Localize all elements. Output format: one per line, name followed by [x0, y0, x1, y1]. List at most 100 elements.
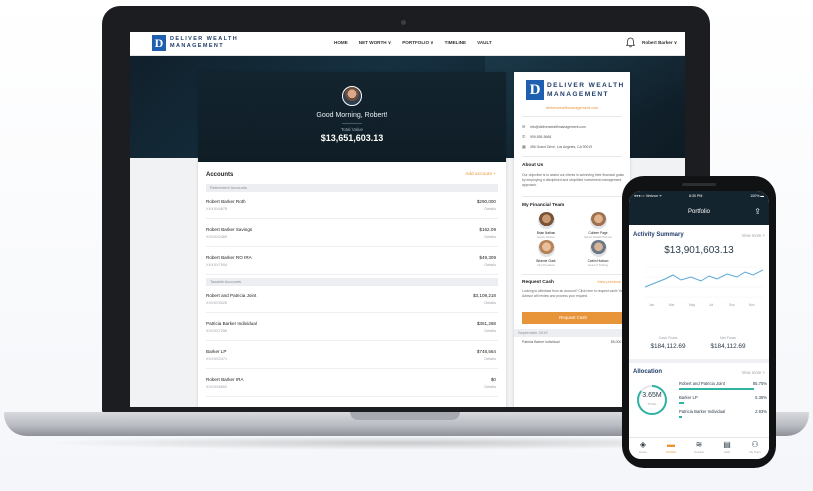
tab-vault[interactable]: ▤ Vault — [713, 440, 741, 454]
nav-vault[interactable]: VAULT — [477, 40, 492, 46]
account-details-link[interactable]: Details — [484, 263, 496, 267]
view-previous-link[interactable]: View previous > — [597, 280, 624, 284]
nav-home[interactable]: HOME — [334, 40, 348, 46]
team-member-role: Senior Wealth Planner — [584, 235, 612, 239]
mobile-header: Portfolio ⇪ — [629, 201, 769, 225]
tab-label: Portfolio — [665, 450, 677, 454]
product-mockup: D DELIVER WEALTH MANAGEMENT HOME NET WOR… — [0, 0, 813, 491]
account-row[interactable]: Robert Barker IRA XXXXX6802 $0 Details — [206, 372, 498, 397]
allocation-bar — [679, 416, 682, 418]
account-value: $3,109,218 — [473, 293, 496, 298]
total-value: $13,651,603.13 — [320, 133, 384, 143]
add-account-link[interactable]: Add account + — [465, 172, 496, 177]
phone-screen: ●●●○○ Verizon ᯤ 8:30 PM 100% ▬ Portfolio… — [629, 191, 769, 459]
account-row[interactable]: Robert and Patricia Joint XXXXX3025 $3,1… — [206, 288, 498, 313]
allocation-view-more[interactable]: View more > — [742, 370, 765, 375]
home-icon: ◈ — [639, 440, 647, 449]
brand-logo-mark[interactable]: D — [152, 35, 166, 51]
nav-net-worth[interactable]: NET WORTH ∨ — [359, 40, 391, 46]
mobile-tab-bar: ◈ Home ▬ Portfolio ≋ Timeline ▤ Vault ⚇ My Te… — [629, 437, 769, 459]
nav-timeline[interactable]: TIMELINE — [445, 40, 466, 46]
account-value: $748,564 — [476, 349, 496, 354]
contact-address: ▦ 456 Grand Drive, Los Angeles, CA 90019 — [522, 144, 592, 149]
allocation-pct: 2.93% — [755, 409, 767, 414]
team-member-role: Senior Advisor — [536, 235, 556, 239]
carrier-text: ●●●○○ Verizon ᯤ — [634, 194, 663, 198]
divider — [522, 274, 622, 275]
divider — [522, 156, 622, 157]
accounts-title: Accounts — [206, 172, 234, 178]
brand-line-1: DELIVER WEALTH — [170, 36, 239, 42]
tab-home[interactable]: ◈ Home — [629, 440, 657, 454]
account-name: Robert Barker RO IRA — [206, 255, 252, 260]
divider — [522, 116, 622, 117]
account-details-link[interactable]: Details — [484, 357, 496, 361]
x-tick: Sep — [729, 303, 735, 307]
account-number: XXXXX2469 — [206, 235, 228, 239]
team-member[interactable]: Brian Nathan Senior Advisor — [526, 212, 566, 239]
allocation-total-label: TOTAL — [647, 402, 657, 406]
activity-value: $13,901,603.13 — [664, 245, 734, 256]
user-menu[interactable]: Robert Barker ∨ — [642, 40, 677, 46]
allocation-row[interactable]: Barker LP 5.38% — [679, 395, 767, 407]
team-member[interactable]: Calvin Hudson Head of Trading — [578, 240, 618, 267]
account-name: Barker LP — [206, 349, 227, 354]
account-row[interactable]: Patricia Barker Individual XXXXX7256 $35… — [206, 316, 498, 341]
request-cash-title: Request Cash — [522, 280, 554, 285]
allocation-name: Robert and Patricia Joint — [679, 381, 725, 386]
account-row[interactable]: Robert Barker Roth XXXXX4878 $290,000 De… — [206, 194, 498, 219]
team-member[interactable]: Colleen Page Senior Wealth Planner — [578, 212, 618, 239]
mobile-title: Portfolio — [687, 209, 710, 215]
brand-logo-text[interactable]: DELIVER WEALTH MANAGEMENT — [170, 36, 238, 50]
bell-icon[interactable] — [626, 37, 635, 48]
team-member[interactable]: Brianne Clark Vice President — [526, 240, 566, 267]
tab-label: Home — [639, 450, 647, 454]
team-photo — [589, 212, 607, 229]
share-icon[interactable]: ⇪ — [754, 207, 761, 216]
activity-chart: Jan Mar May Jul Sep Nov — [644, 266, 763, 307]
activity-line — [644, 269, 763, 288]
nav-portfolio[interactable]: PORTFOLIO ∨ — [402, 40, 433, 46]
account-value: $162.09 — [479, 227, 496, 232]
contact-phone[interactable]: ✆ 909-555-5668 — [522, 134, 551, 139]
activity-view-more[interactable]: View more > — [742, 233, 765, 238]
account-details-link[interactable]: Details — [484, 207, 496, 211]
account-number: XXXXX7904 — [206, 263, 228, 267]
allocation-row[interactable]: Robert and Patricia Joint 85.75% — [679, 381, 767, 393]
net-flows-value: $184,112.69 — [710, 343, 746, 350]
cash-flows-label: Cash Flows — [658, 336, 678, 340]
avatar[interactable] — [342, 86, 362, 106]
divider — [522, 196, 622, 197]
phone-device: ●●●○○ Verizon ᯤ 8:30 PM 100% ▬ Portfolio… — [622, 176, 776, 468]
account-value: $0 — [490, 377, 496, 382]
account-row[interactable]: Robert Barker Savings XXXXX2469 $162.09 … — [206, 222, 498, 247]
allocation-name: Barker LP — [679, 395, 698, 400]
contact-email[interactable]: ✉ info@deliverwealthmanagement.com — [522, 124, 586, 129]
account-value: $351,268 — [476, 321, 496, 326]
top-navigation: D DELIVER WEALTH MANAGEMENT HOME NET WOR… — [130, 32, 685, 56]
request-table-header: September 2019 — [514, 329, 630, 337]
account-details-link[interactable]: Details — [484, 385, 496, 389]
tab-timeline[interactable]: ≋ Timeline — [685, 440, 713, 454]
account-details-link[interactable]: Details — [484, 301, 496, 305]
advisor-logo-line-1: DELIVER WEALTH — [547, 82, 625, 89]
about-body: Our objective is to assist our clients i… — [522, 173, 624, 187]
advisor-side-card: D DELIVER WEALTH MANAGEMENT deliverwealt… — [514, 72, 630, 407]
advisor-logo-line-2: MANAGEMENT — [547, 91, 609, 98]
cash-flows-value: $184,112.69 — [650, 343, 686, 350]
tab-my-team[interactable]: ⚇ My Team — [741, 440, 769, 454]
advisor-website-link[interactable]: deliverwealthmanagement.com — [514, 106, 630, 110]
account-row[interactable]: Robert Barker RO IRA XXXXX7904 $49,309 D… — [206, 250, 498, 275]
account-number: XXXXX3025 — [206, 301, 228, 305]
account-name: Robert and Patricia Joint — [206, 293, 257, 298]
account-row[interactable]: Barker LP XXXXX2471 $748,564 Details — [206, 344, 498, 369]
account-details-link[interactable]: Details — [484, 235, 496, 239]
tab-portfolio[interactable]: ▬ Portfolio — [657, 440, 685, 454]
account-details-link[interactable]: Details — [484, 329, 496, 333]
allocation-row[interactable]: Patricia Barker Individual 2.93% — [679, 409, 767, 421]
tab-label: My Team — [749, 450, 761, 454]
team-member-role: Head of Trading — [588, 263, 608, 267]
allocation-bar — [679, 388, 755, 390]
request-cash-button[interactable]: Request Cash — [522, 312, 624, 324]
team-icon: ⚇ — [751, 440, 759, 449]
